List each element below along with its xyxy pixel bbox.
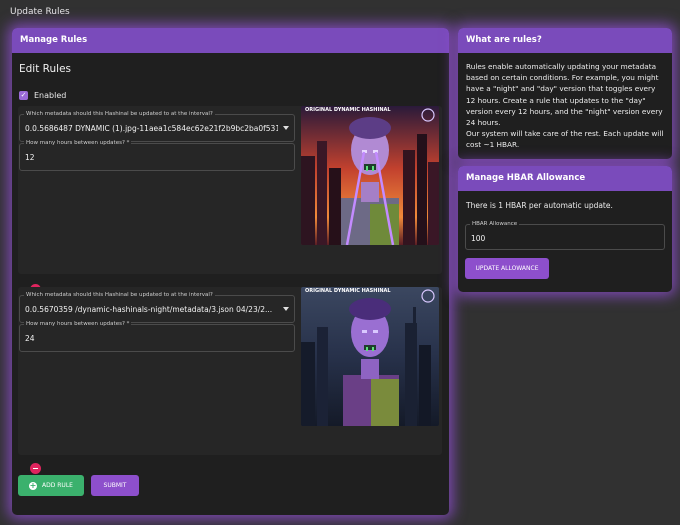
hours-input-value[interactable]: 12 [25, 153, 278, 162]
hours-input-label: How many hours between updates? * [24, 140, 132, 147]
hours-input-label: How many hours between updates? * [24, 321, 132, 328]
hbar-allowance-card: Manage HBAR Allowance There is 1 HBAR pe… [458, 166, 672, 292]
nft-caption: ORIGINAL DYNAMIC HASHINAL [305, 107, 391, 113]
nft-image-day: ORIGINAL DYNAMIC HASHINAL [301, 106, 439, 245]
page-title: Update Rules [10, 7, 70, 17]
hbar-allowance-label: HBAR Allowance [470, 221, 520, 228]
metadata-select-label: Which metadata should this Hashinal be u… [24, 111, 215, 118]
rules-description-p1: Rules enable automatically updating your… [466, 62, 663, 128]
what-are-rules-card: What are rules? Rules enable automatical… [458, 28, 672, 159]
manage-rules-card: Manage Rules Edit Rules ✓ Enabled Which … [12, 28, 449, 515]
manage-rules-header: Manage Rules [12, 28, 449, 53]
metadata-select[interactable]: Which metadata should this Hashinal be u… [19, 292, 295, 323]
enabled-label: Enabled [34, 91, 67, 100]
nft-image-night: ORIGINAL DYNAMIC HASHINAL [301, 287, 439, 426]
add-rule-label: ADD RULE [42, 482, 73, 489]
update-allowance-button[interactable]: UPDATE ALLOWANCE [465, 258, 549, 279]
remove-rule-button[interactable] [30, 463, 41, 474]
chevron-down-icon[interactable] [283, 126, 289, 130]
enabled-checkbox[interactable]: ✓ [19, 91, 28, 100]
enabled-checkbox-row[interactable]: ✓ Enabled [19, 91, 66, 100]
plus-icon: + [29, 480, 38, 490]
metadata-select-value: 0.0.5670359 /dynamic-hashinals-night/met… [25, 305, 273, 314]
add-rule-button[interactable]: + ADD RULE [18, 475, 84, 496]
hours-input-value[interactable]: 24 [25, 334, 278, 343]
edit-rules-title: Edit Rules [19, 63, 71, 75]
hbar-allowance-input[interactable]: HBAR Allowance 100 [465, 221, 665, 250]
rule-panel-night: Which metadata should this Hashinal be u… [18, 287, 442, 474]
hbar-allowance-header: Manage HBAR Allowance [458, 166, 672, 191]
metadata-select-value: 0.0.5686487 DYNAMIC (1).jpg-11aea1c584ec… [25, 124, 278, 133]
hours-input[interactable]: How many hours between updates? * 12 [19, 140, 295, 171]
metadata-select-label: Which metadata should this Hashinal be u… [24, 292, 215, 299]
submit-button[interactable]: SUBMIT [91, 475, 139, 496]
what-are-rules-header: What are rules? [458, 28, 672, 53]
chevron-down-icon[interactable] [283, 307, 289, 311]
metadata-select[interactable]: Which metadata should this Hashinal be u… [19, 111, 295, 142]
remove-icon [33, 467, 38, 470]
check-icon: ✓ [20, 91, 27, 99]
rules-description: Rules enable automatically updating your… [466, 61, 666, 151]
hours-input[interactable]: How many hours between updates? * 24 [19, 321, 295, 352]
hbar-info-text: There is 1 HBAR per automatic update. [466, 201, 613, 210]
rule-panel-day: Which metadata should this Hashinal be u… [18, 106, 442, 295]
hbar-allowance-value[interactable]: 100 [471, 234, 648, 243]
rules-description-p2: Our system will take care of the rest. E… [466, 129, 664, 150]
nft-caption: ORIGINAL DYNAMIC HASHINAL [305, 288, 391, 294]
